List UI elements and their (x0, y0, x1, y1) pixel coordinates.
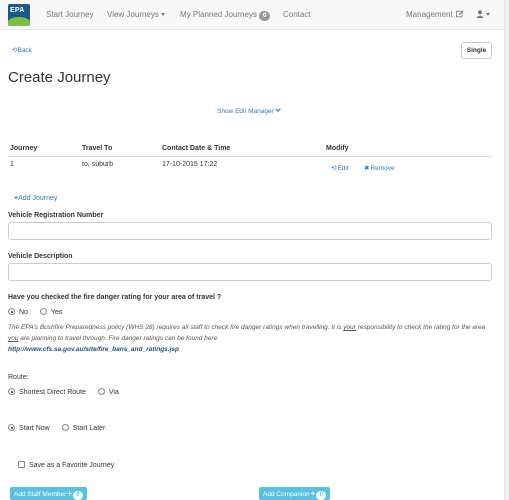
column-header-journey: Journey (10, 145, 38, 152)
nav-management[interactable]: Management (406, 10, 464, 19)
radio-shortest-route[interactable] (8, 388, 15, 395)
edit-journey-link[interactable]: ⟲Edit (331, 164, 349, 172)
planned-journeys-badge: 0 (259, 11, 271, 21)
vehicle-registration-label: Vehicle Registration Number (8, 212, 104, 219)
route-radio-group: Shortest Direct Route Via (8, 388, 129, 396)
staff-count-badge: 0 (72, 491, 83, 500)
radio-start-later[interactable] (61, 424, 69, 431)
start-option-later[interactable]: Start Later (61, 424, 106, 432)
radio-via[interactable] (97, 388, 105, 395)
save-favorite-label: Save as a Favorite Journey (29, 462, 115, 469)
add-journey-link[interactable]: +Add Journey (14, 195, 57, 202)
save-favorite-row[interactable]: Save as a Favorite Journey (18, 461, 114, 469)
add-staff-member-label: Add Staff Member (14, 491, 67, 498)
notice-part3: are planning to travel through. Fire dan… (18, 335, 218, 342)
vehicle-registration-input[interactable] (8, 222, 492, 240)
route-option-shortest[interactable]: Shortest Direct Route (8, 388, 86, 396)
logo-wave-shape (8, 17, 30, 26)
route-option-via[interactable]: Via (97, 388, 119, 396)
radio-start-now[interactable] (8, 424, 15, 431)
fire-option-yes-label: Yes (50, 309, 63, 316)
route-option-via-label: Via (108, 389, 119, 396)
remove-x-icon: ✖ (364, 165, 370, 172)
caret-down-icon (160, 13, 165, 16)
companion-count-badge: 0 (316, 491, 327, 500)
notice-underlined-you: you (8, 335, 19, 342)
add-journey-label: Add Journey (18, 195, 58, 202)
remove-label: Remove (370, 165, 395, 172)
edit-square-icon (455, 10, 464, 18)
back-link[interactable]: ⟲Back (12, 46, 32, 54)
epa-logo[interactable]: EPA (8, 4, 30, 26)
fire-option-no-label: No (19, 309, 28, 316)
fire-option-no[interactable]: No (8, 308, 28, 316)
fire-ratings-link[interactable]: http://www.cfs.sa.gov.au/site/fire_bans_… (8, 346, 179, 353)
nav-view-journeys-label: View Journeys (107, 10, 159, 19)
user-icon (476, 10, 484, 18)
logo-text: EPA (10, 7, 25, 14)
plus-icon: + (310, 489, 316, 498)
start-radio-group: Start Now Start Later (8, 424, 115, 432)
nav-my-planned-journeys[interactable]: My Planned Journeys 0 (180, 10, 271, 21)
radio-no[interactable] (8, 308, 15, 315)
add-companion-button[interactable]: Add Companion+ 0 (259, 487, 331, 500)
remove-journey-link[interactable]: ✖Remove (364, 164, 395, 172)
nav-view-journeys[interactable]: View Journeys (107, 10, 165, 19)
add-companion-label: Add Companion (263, 491, 310, 498)
vehicle-description-input[interactable] (8, 263, 492, 281)
fire-option-yes[interactable]: Yes (39, 308, 63, 316)
user-menu[interactable] (476, 10, 490, 19)
nav-management-label: Management (406, 10, 453, 19)
page-title: Create Journey (8, 69, 111, 86)
nav-my-planned-journeys-label: My Planned Journeys (180, 10, 257, 19)
plus-icon: + (67, 489, 72, 498)
column-header-contact-datetime: Contact Date & Time (162, 145, 231, 152)
fire-danger-radio-group: No Yes (8, 308, 72, 316)
notice-part2: responsibility to check the rating for t… (355, 324, 486, 331)
top-navbar: EPA Start Journey View Journeys My Plann… (0, 0, 509, 30)
edit-label: Edit (337, 165, 349, 172)
start-option-later-label: Start Later (72, 425, 106, 432)
table-divider (8, 156, 492, 157)
start-option-now-label: Start Now (19, 425, 50, 432)
fire-policy-notice: The EPA's Bushfire Preparedness policy (… (8, 322, 488, 355)
add-staff-member-button[interactable]: Add Staff Member+ 0 (10, 487, 87, 500)
nav-contact[interactable]: Contact (283, 10, 311, 19)
chevron-down-icon (274, 106, 281, 112)
back-label: Back (17, 47, 32, 54)
route-option-shortest-label: Shortest Direct Route (19, 389, 86, 396)
start-option-now[interactable]: Start Now (8, 424, 50, 432)
fire-danger-question: Have you checked the fire danger rating … (8, 294, 222, 301)
notice-part1: The EPA's Bushfire Preparedness policy (… (8, 324, 344, 331)
vehicle-description-label: Vehicle Description (8, 253, 73, 260)
nav-start-journey[interactable]: Start Journey (46, 10, 94, 19)
radio-yes[interactable] (39, 308, 47, 315)
cell-contact-datetime: 17-10-2015 17:22 (162, 161, 218, 168)
route-label: Route: (8, 374, 29, 381)
cell-journey-number: 1 (10, 161, 14, 168)
caret-down-icon (486, 13, 490, 16)
column-header-modify: Modify (326, 145, 349, 152)
column-header-travel-to: Travel To (82, 145, 113, 152)
show-edit-manager-label: Show Edit Manager (217, 108, 274, 115)
page-scrollbar[interactable] (504, 0, 509, 500)
notice-underlined-your: your (343, 324, 356, 331)
edit-icon: ⟲ (331, 165, 337, 172)
show-edit-manager-link[interactable]: Show Edit Manager (217, 106, 281, 115)
save-favorite-checkbox[interactable] (18, 461, 25, 468)
cell-travel-to: to, suburb (82, 161, 114, 168)
single-button[interactable]: Single (461, 42, 492, 59)
